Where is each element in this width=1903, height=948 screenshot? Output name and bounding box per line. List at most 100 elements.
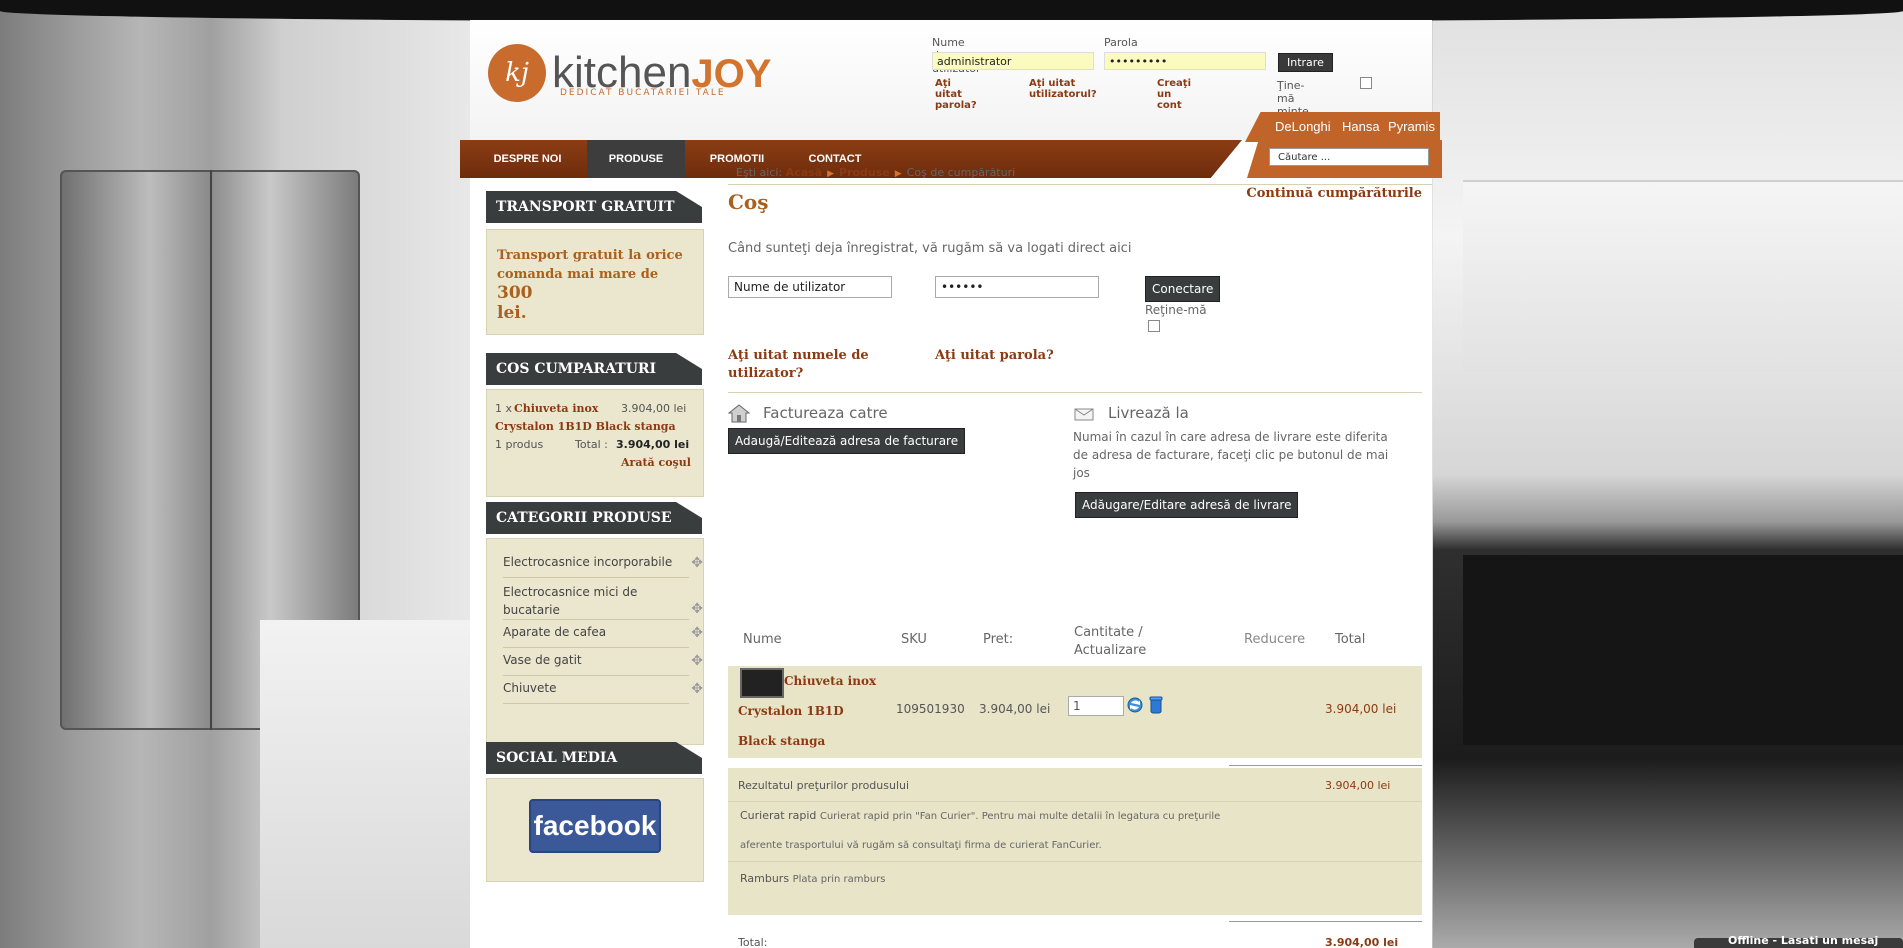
ship-hint: Numai în cazul în care adresa de livrare… xyxy=(1073,430,1389,480)
remember-checkbox[interactable] xyxy=(1148,320,1160,332)
transport-title: TRANSPORT GRATUIT xyxy=(486,191,702,223)
show-cart-link[interactable]: Arată coşul xyxy=(621,456,691,469)
social-title: SOCIAL MEDIA xyxy=(486,742,702,774)
courier-title: Curierat rapid xyxy=(740,809,817,822)
login-hint: Când sunteţi deja înregistrat, vă rugăm … xyxy=(728,241,1132,256)
brand-link-hansa[interactable]: Hansa xyxy=(1342,119,1380,134)
brand-link-delonghi[interactable]: DeLonghi xyxy=(1275,119,1331,134)
login-button[interactable]: Intrare xyxy=(1278,53,1333,72)
cart-total-label: Total : xyxy=(575,438,608,451)
expand-icon[interactable]: ✥ xyxy=(691,681,703,697)
col-header-price: Pret: xyxy=(983,632,1014,647)
product-name-link[interactable]: Chiuveta inox Crystalon 1B1D Black stang… xyxy=(738,666,878,756)
cart-item-price: 3.904,00 lei xyxy=(621,402,687,415)
expand-icon[interactable]: ✥ xyxy=(691,653,703,669)
category-item[interactable]: Chiuvete ✥ xyxy=(503,675,703,704)
categories-title: CATEGORII PRODUSE xyxy=(486,502,702,534)
forgot-username-link[interactable]: Aţi uitat numele de utilizator? xyxy=(728,347,888,383)
password-field[interactable]: •••••• xyxy=(935,276,1099,298)
divider xyxy=(1229,765,1422,766)
background-wall-cabinets xyxy=(1463,180,1903,372)
divider xyxy=(728,184,1432,185)
expand-icon[interactable]: ✥ xyxy=(691,555,703,571)
create-account-link[interactable]: Creaţi un cont xyxy=(1157,78,1191,111)
product-price: 3.904,00 lei xyxy=(979,702,1051,716)
divider xyxy=(728,801,1422,802)
category-label: Electrocasnice mici de bucatarie xyxy=(503,585,638,617)
divider xyxy=(1229,921,1422,922)
transport-text-line1: Transport gratuit la orice xyxy=(497,248,683,263)
logo-tagline: DEDICAT BUCATARIEI TALE xyxy=(560,88,726,98)
shipping-method: Curierat rapid Curierat rapid prin "Fan … xyxy=(740,809,1220,822)
delete-icon[interactable] xyxy=(1148,695,1164,715)
bill-to-heading: Factureaza catre xyxy=(763,404,888,422)
username-input[interactable]: administrator xyxy=(932,52,1094,70)
product-sku: 109501930 xyxy=(896,702,965,716)
cart-item-name-1[interactable]: Chiuveta inox xyxy=(514,402,598,415)
col-header-total: Total xyxy=(1335,632,1366,647)
subtotal-value: 3.904,00 lei xyxy=(1325,779,1391,792)
facebook-button[interactable]: facebook xyxy=(529,799,661,853)
forgot-username-link[interactable]: Aţi uitat utilizatorul? xyxy=(1029,78,1097,100)
category-label: Chiuvete xyxy=(503,681,557,695)
category-item[interactable]: Electrocasnice incorporabile ✥ xyxy=(503,549,703,578)
breadcrumb-products[interactable]: Produse xyxy=(839,166,890,179)
breadcrumb-current: Coş de cumpărături xyxy=(906,166,1016,179)
background-ceiling xyxy=(0,0,1903,22)
background-right xyxy=(1433,0,1903,948)
category-item[interactable]: Electrocasnice mici de bucatarie ✥ xyxy=(503,577,703,620)
divider xyxy=(728,861,1422,862)
payment-method: Ramburs Plata prin ramburs xyxy=(740,872,885,885)
billing-address-button[interactable]: Adaugă/Editează adresa de facturare xyxy=(728,428,966,454)
quantity-input[interactable]: 1 xyxy=(1068,696,1124,716)
nav-produse[interactable]: PRODUSE xyxy=(587,140,685,178)
divider xyxy=(728,392,1422,393)
forgot-password-link[interactable]: Aţi uitat parola? xyxy=(935,347,1054,365)
courier-text-1: Curierat rapid prin "Fan Curier". Pentru… xyxy=(819,811,1221,822)
refresh-icon[interactable] xyxy=(1126,695,1144,715)
total-value: 3.904,00 lei xyxy=(1325,936,1399,948)
category-item[interactable]: Vase de gatit ✥ xyxy=(503,647,703,676)
col-header-name: Nume xyxy=(743,632,782,647)
category-label: Electrocasnice incorporabile xyxy=(503,555,673,569)
background-counter xyxy=(260,620,470,948)
cart-box: 1 x Chiuveta inox 3.904,00 lei Crystalon… xyxy=(486,389,704,497)
breadcrumb-arrow-icon: ▶ xyxy=(827,169,835,179)
cart-title: COS CUMPARATURI xyxy=(486,353,702,385)
page-container: kj kitchenJOY DEDICAT BUCATARIEI TALE Nu… xyxy=(460,20,1442,948)
remember-me-checkbox[interactable] xyxy=(1360,77,1372,89)
category-item[interactable]: Aparate de cafea ✥ xyxy=(503,619,703,648)
search-input[interactable]: Căutare ... xyxy=(1269,148,1429,166)
nav-despre-noi[interactable]: DESPRE NOI xyxy=(470,140,585,178)
category-label: Aparate de cafea xyxy=(503,625,607,639)
cart-count: 1 produs xyxy=(495,438,544,451)
remember-label: Reţine-mă xyxy=(1145,303,1207,317)
breadcrumb-home[interactable]: Acasă xyxy=(786,166,822,179)
subtotal-label: Rezultatul preţurilor produsului xyxy=(738,779,910,792)
background-base-cabinets xyxy=(1463,555,1903,745)
table-row: Chiuveta inox Crystalon 1B1D Black stang… xyxy=(728,666,1422,758)
password-input[interactable]: ••••••••• xyxy=(1104,52,1266,70)
brand-link-pyramis[interactable]: Pyramis xyxy=(1388,119,1435,134)
expand-icon[interactable]: ✥ xyxy=(691,601,703,617)
cart-item-qty: 1 x xyxy=(495,402,513,415)
password-label: Parola xyxy=(1104,36,1138,49)
transport-amount: 300 xyxy=(497,283,533,303)
username-field[interactable]: Nume de utilizator xyxy=(728,276,892,298)
breadcrumb: Eşti aici: Acasă ▶ Produse ▶ Coş de cumpărăt… xyxy=(736,166,1015,179)
brands-bar: DeLonghi Hansa Pyramis xyxy=(1245,112,1440,142)
transport-unit: lei. xyxy=(497,303,527,323)
home-icon xyxy=(728,404,750,423)
courier-text-2: aferente trasportului vă rugăm să consul… xyxy=(740,840,1102,851)
breadcrumb-prefix: Eşti aici: xyxy=(736,166,783,179)
cart-item-name-2[interactable]: Crystalon 1B1D Black stanga xyxy=(495,420,676,433)
continue-shopping-link[interactable]: Continuă cumpărăturile xyxy=(1246,186,1422,201)
expand-icon[interactable]: ✥ xyxy=(691,625,703,641)
shipping-address-button[interactable]: Adăugare/Editare adresă de livrare xyxy=(1075,492,1299,518)
forgot-password-link[interactable]: Aţi uitat parola? xyxy=(935,78,977,111)
ship-to-heading: Livrează la xyxy=(1108,404,1189,422)
chat-widget[interactable]: Offline - Lasati un mesaj xyxy=(1694,934,1903,948)
search-bar: Căutare ... xyxy=(1247,140,1442,178)
total-label: Total: xyxy=(738,936,768,948)
connect-button[interactable]: Conectare xyxy=(1145,276,1221,302)
